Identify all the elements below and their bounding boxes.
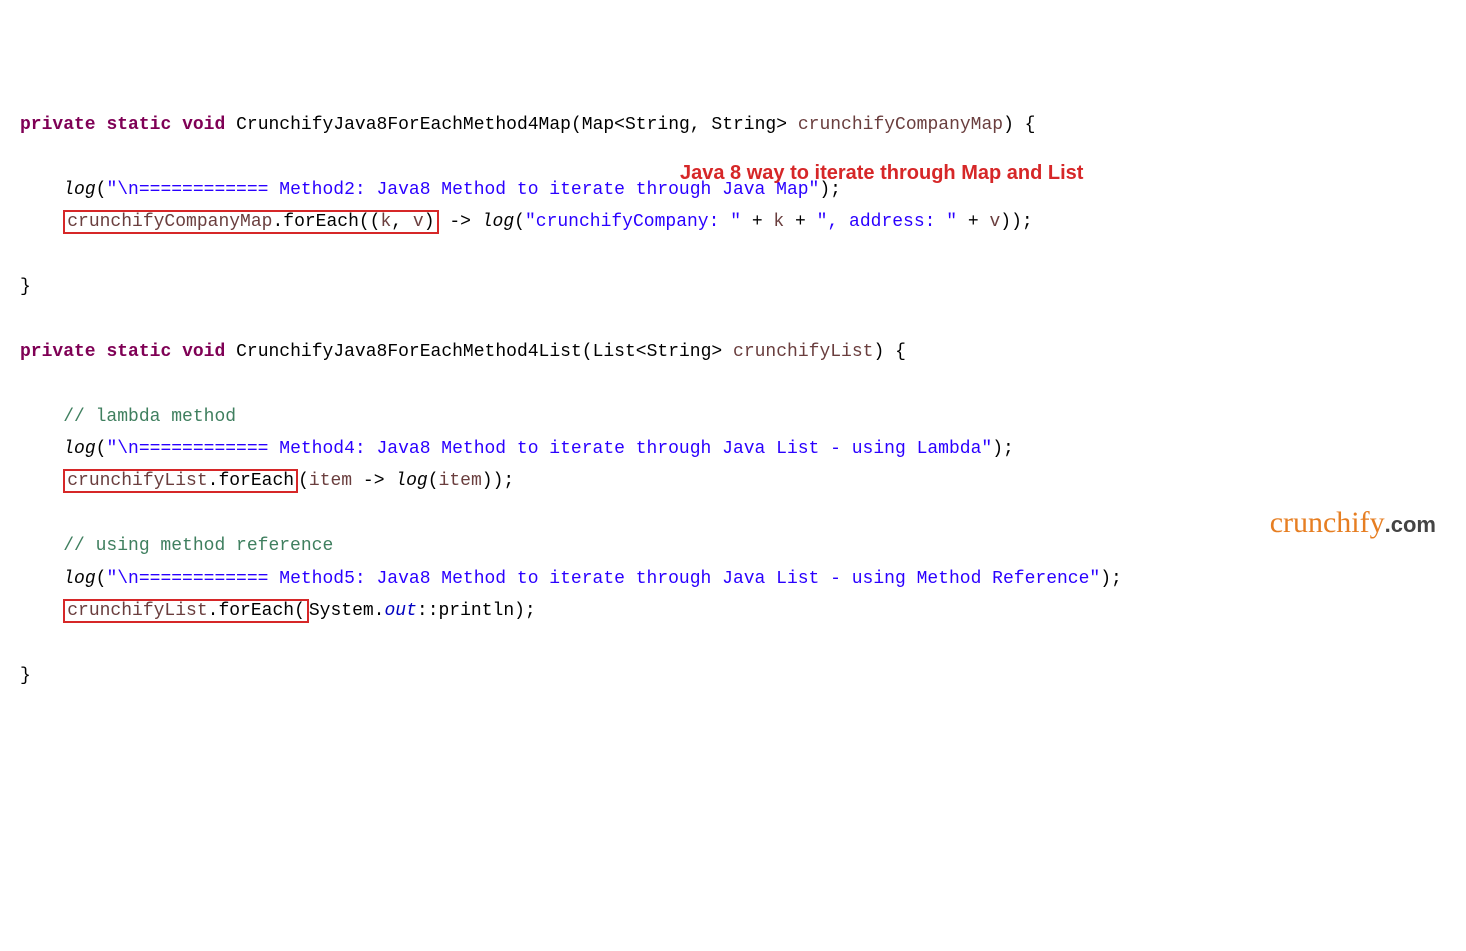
- keyword-private: private: [20, 342, 96, 362]
- log-call: log: [63, 569, 95, 589]
- var-crunchifyList: crunchifyList: [67, 471, 207, 491]
- highlight-box-map-foreach: crunchifyCompanyMap.forEach((k, v): [63, 210, 438, 234]
- method-ref: ::println);: [417, 601, 536, 621]
- out-field: out: [385, 601, 417, 621]
- type-list: List: [593, 342, 636, 362]
- keyword-void: void: [182, 342, 225, 362]
- tail: ));: [1000, 212, 1032, 232]
- type-string: String: [711, 115, 776, 135]
- lambda-item: item: [439, 471, 482, 491]
- method-name-list: CrunchifyJava8ForEachMethod4List: [236, 342, 582, 362]
- code-block: private static void CrunchifyJava8ForEac…: [20, 109, 1446, 692]
- generic-sep: ,: [690, 115, 712, 135]
- log-call: log: [395, 471, 427, 491]
- highlight-box-list-foreach-methodref: crunchifyList.forEach(: [63, 599, 309, 623]
- dot: .: [272, 212, 283, 232]
- foreach-call: forEach((: [283, 212, 380, 232]
- generic-close: >: [711, 342, 722, 362]
- log-call: log: [482, 212, 514, 232]
- foreach-call: .forEach: [208, 471, 294, 491]
- string-literal: "\n============ Method5: Java8 Method to…: [106, 569, 1100, 589]
- plus: +: [784, 212, 816, 232]
- generic-close: >: [776, 115, 787, 135]
- comment-methodref: // using method reference: [63, 536, 333, 556]
- param-name: crunchifyList: [733, 342, 873, 362]
- arrow: ->: [352, 471, 395, 491]
- method-name-map: CrunchifyJava8ForEachMethod4Map: [236, 115, 571, 135]
- keyword-private: private: [20, 115, 96, 135]
- var-crunchifyCompanyMap: crunchifyCompanyMap: [67, 212, 272, 232]
- plus: +: [741, 212, 773, 232]
- lambda-v: v: [413, 212, 424, 232]
- keyword-static: static: [106, 342, 171, 362]
- generic-open: <: [614, 115, 625, 135]
- highlight-box-list-foreach-lambda: crunchifyList.forEach: [63, 469, 298, 493]
- tail: ));: [482, 471, 514, 491]
- lambda-k: k: [380, 212, 391, 232]
- comma: ,: [391, 212, 413, 232]
- string-literal: "\n============ Method4: Java8 Method to…: [106, 439, 992, 459]
- sig-tail: ) {: [1003, 115, 1035, 135]
- param-name: crunchifyCompanyMap: [798, 115, 1003, 135]
- logo: crunchify.com: [1270, 496, 1436, 550]
- var-crunchifyList: crunchifyList: [67, 601, 207, 621]
- var-v: v: [989, 212, 1000, 232]
- tail: );: [992, 439, 1014, 459]
- var-k: k: [773, 212, 784, 232]
- logo-brand: crunchify: [1270, 506, 1385, 539]
- arrow: ->: [439, 212, 482, 232]
- brace-close: }: [20, 277, 31, 297]
- paren: ): [424, 212, 435, 232]
- generic-open: <: [636, 342, 647, 362]
- type-map: Map: [582, 115, 614, 135]
- string-literal: "crunchifyCompany: ": [525, 212, 741, 232]
- log-call: log: [63, 180, 95, 200]
- foreach-call: .forEach(: [208, 601, 305, 621]
- system-class: System.: [309, 601, 385, 621]
- paren-open: (: [298, 471, 309, 491]
- tail: );: [1100, 569, 1122, 589]
- lambda-item: item: [309, 471, 352, 491]
- brace-close: }: [20, 666, 31, 686]
- type-string: String: [625, 115, 690, 135]
- annotation-text: Java 8 way to iterate through Map and Li…: [680, 155, 1083, 191]
- comment-lambda: // lambda method: [63, 407, 236, 427]
- log-call: log: [63, 439, 95, 459]
- sig-tail: ) {: [873, 342, 905, 362]
- keyword-static: static: [106, 115, 171, 135]
- type-string: String: [647, 342, 712, 362]
- string-literal: ", address: ": [817, 212, 957, 232]
- keyword-void: void: [182, 115, 225, 135]
- logo-tld: .com: [1385, 512, 1436, 537]
- plus: +: [957, 212, 989, 232]
